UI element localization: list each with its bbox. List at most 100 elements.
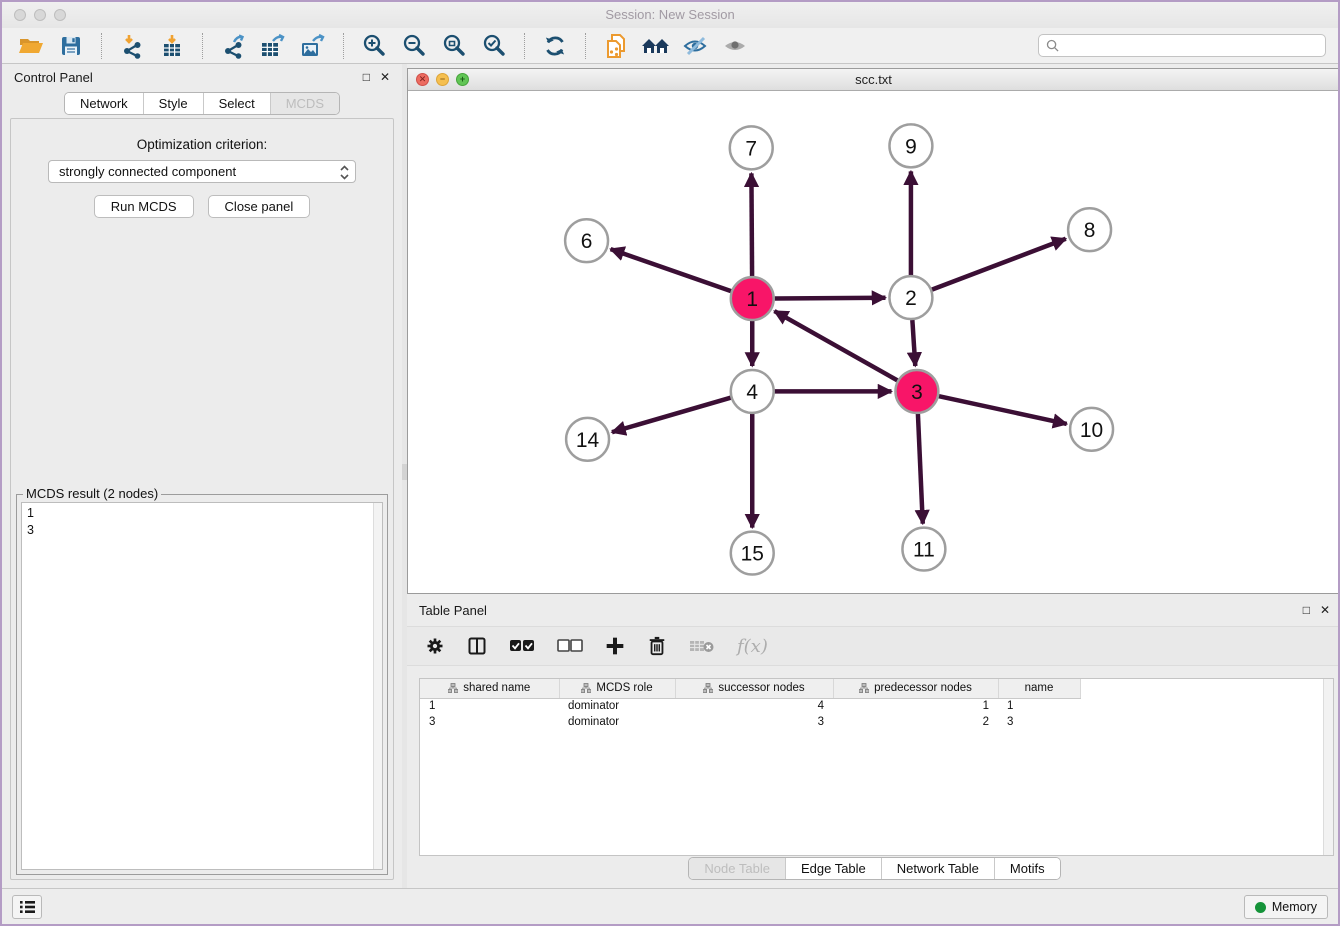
- node-table-grid[interactable]: shared nameMCDS rolesuccessor nodesprede…: [420, 679, 1081, 730]
- node-label: 4: [746, 381, 758, 404]
- close-panel-icon[interactable]: ✕: [1320, 604, 1330, 616]
- network-window-titlebar[interactable]: ✕ − + scc.txt: [408, 69, 1339, 91]
- import-table-icon: [159, 33, 185, 59]
- graph-node-3[interactable]: 3: [895, 370, 938, 413]
- graph-node-6[interactable]: 6: [565, 219, 608, 262]
- edge-3-10[interactable]: [939, 396, 1067, 424]
- table-row[interactable]: 1dominator411: [420, 698, 1080, 714]
- memory-button[interactable]: Memory: [1244, 895, 1328, 919]
- column-header-successor-nodes[interactable]: successor nodes: [675, 679, 833, 698]
- float-panel-icon[interactable]: □: [1303, 604, 1310, 616]
- edge-4-14[interactable]: [612, 398, 731, 433]
- graph-node-1[interactable]: 1: [731, 277, 774, 320]
- network-window-title: scc.txt: [408, 72, 1339, 87]
- edge-3-11[interactable]: [918, 414, 923, 524]
- column-header-predecessor-nodes[interactable]: predecessor nodes: [833, 679, 998, 698]
- edge-3-1[interactable]: [774, 311, 897, 380]
- toggle-column-view-button[interactable]: [467, 636, 487, 656]
- deselect-all-button[interactable]: [557, 639, 583, 653]
- edge-2-8[interactable]: [932, 239, 1066, 290]
- edge-1-2[interactable]: [775, 298, 886, 299]
- float-panel-icon[interactable]: □: [363, 71, 370, 83]
- table-cell[interactable]: 1: [420, 698, 559, 714]
- export-table-button[interactable]: [256, 31, 290, 61]
- table-scrollbar[interactable]: [1323, 679, 1333, 855]
- zoom-out-icon: [401, 33, 427, 59]
- table-cell[interactable]: 1: [833, 698, 998, 714]
- table-cell[interactable]: 1: [998, 698, 1080, 714]
- hide-eye-icon: [682, 34, 710, 58]
- zoom-in-button[interactable]: [357, 31, 391, 61]
- table-settings-button[interactable]: [425, 636, 445, 656]
- close-panel-icon[interactable]: ✕: [380, 71, 390, 83]
- delete-table-button[interactable]: [689, 638, 715, 654]
- edge-1-7[interactable]: [751, 173, 752, 276]
- export-network-button[interactable]: [216, 31, 250, 61]
- zoom-selected-button[interactable]: [477, 31, 511, 61]
- table-cell[interactable]: dominator: [559, 698, 675, 714]
- table-row[interactable]: 3dominator323: [420, 714, 1080, 730]
- network-canvas[interactable]: 7 9 6 8 1 2 4 3 14 10 15 11: [408, 91, 1339, 593]
- graph-node-14[interactable]: 14: [566, 418, 609, 461]
- annotation-button[interactable]: [599, 31, 633, 61]
- edge-1-6[interactable]: [611, 249, 731, 291]
- node-label: 6: [581, 230, 593, 253]
- tab-style[interactable]: Style: [144, 93, 204, 114]
- mcds-result-text: 1 3: [22, 503, 372, 869]
- graph-node-2[interactable]: 2: [889, 276, 932, 319]
- graph-node-15[interactable]: 15: [731, 532, 774, 575]
- open-file-button[interactable]: [14, 31, 48, 61]
- select-all-button[interactable]: [509, 639, 535, 653]
- first-neighbors-button[interactable]: [639, 31, 673, 61]
- table-cell[interactable]: dominator: [559, 714, 675, 730]
- close-panel-button[interactable]: Close panel: [208, 195, 311, 218]
- add-column-button[interactable]: [605, 636, 625, 656]
- mcds-result-area[interactable]: 1 3: [21, 502, 383, 870]
- graph-node-7[interactable]: 7: [730, 126, 773, 169]
- tab-select[interactable]: Select: [204, 93, 271, 114]
- tab-mcds[interactable]: MCDS: [271, 93, 339, 114]
- memory-label: Memory: [1272, 900, 1317, 914]
- column-header-MCDS-role[interactable]: MCDS role: [559, 679, 675, 698]
- table-cell[interactable]: 4: [675, 698, 833, 714]
- tab-motifs[interactable]: Motifs: [995, 858, 1060, 879]
- import-network-button[interactable]: [115, 31, 149, 61]
- search-input[interactable]: [1064, 38, 1318, 53]
- refresh-button[interactable]: [538, 31, 572, 61]
- search-box[interactable]: [1038, 34, 1326, 57]
- function-builder-button[interactable]: f(x): [737, 636, 768, 657]
- export-image-button[interactable]: [296, 31, 330, 61]
- import-table-button[interactable]: [155, 31, 189, 61]
- graph-node-11[interactable]: 11: [902, 528, 945, 571]
- zoom-out-button[interactable]: [397, 31, 431, 61]
- graph-node-10[interactable]: 10: [1070, 408, 1113, 451]
- main-toolbar: [2, 28, 1338, 64]
- edge-2-3[interactable]: [912, 320, 915, 366]
- node-label: 1: [746, 288, 758, 311]
- zoom-fit-button[interactable]: [437, 31, 471, 61]
- table-cell[interactable]: 3: [998, 714, 1080, 730]
- tab-network[interactable]: Network: [65, 93, 144, 114]
- hide-selected-button[interactable]: [679, 31, 713, 61]
- column-header-name[interactable]: name: [998, 679, 1080, 698]
- graph-node-8[interactable]: 8: [1068, 208, 1111, 251]
- tab-network-table[interactable]: Network Table: [882, 858, 995, 879]
- delete-column-button[interactable]: [647, 635, 667, 657]
- node-label: 3: [911, 381, 923, 404]
- save-session-button[interactable]: [54, 31, 88, 61]
- column-header-shared-name[interactable]: shared name: [420, 679, 559, 698]
- task-history-button[interactable]: [12, 895, 42, 919]
- graph-node-4[interactable]: 4: [731, 370, 774, 413]
- graph-node-9[interactable]: 9: [889, 124, 932, 167]
- run-mcds-button[interactable]: Run MCDS: [94, 195, 194, 218]
- table-cell[interactable]: 2: [833, 714, 998, 730]
- mcds-panel: Optimization criterion: strongly connect…: [10, 118, 394, 880]
- show-all-button[interactable]: [719, 31, 753, 61]
- table-cell[interactable]: 3: [675, 714, 833, 730]
- optimization-criterion-dropdown[interactable]: strongly connected component: [48, 160, 356, 183]
- table-cell[interactable]: 3: [420, 714, 559, 730]
- tab-edge-table[interactable]: Edge Table: [786, 858, 882, 879]
- tab-node-table[interactable]: Node Table: [689, 858, 786, 879]
- save-floppy-icon: [59, 34, 83, 58]
- result-scrollbar[interactable]: [373, 503, 382, 869]
